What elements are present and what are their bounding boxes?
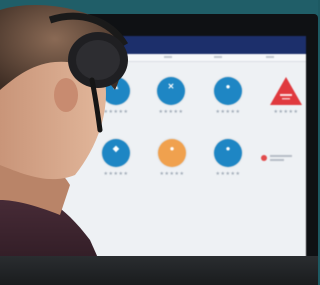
- person-with-headset: [0, 5, 128, 285]
- desk-surface: [0, 256, 318, 285]
- photo-scene: ▲ ★★★★★ ✕ ★★★★★ ● ★★★★★: [0, 0, 318, 285]
